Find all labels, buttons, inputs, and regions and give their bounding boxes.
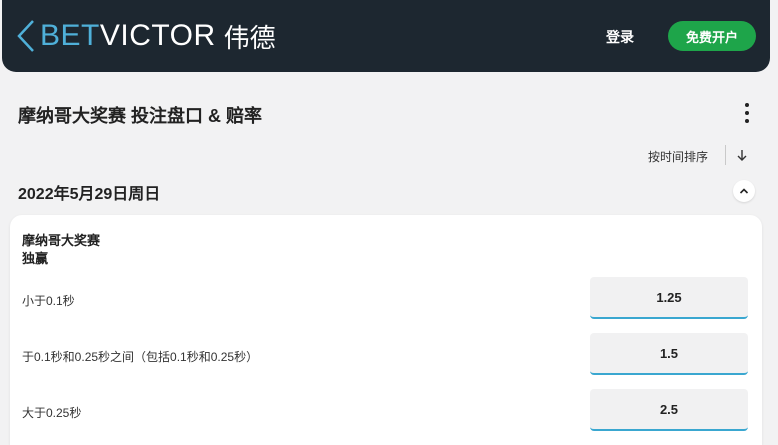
collapse-chevron-up-icon[interactable] <box>733 180 755 202</box>
logo-chinese-text: 伟德 <box>223 22 276 53</box>
more-options-icon[interactable] <box>742 103 752 123</box>
odds-button[interactable]: 2.5 <box>590 389 748 431</box>
logo-chevron-icon <box>17 20 34 52</box>
betvictor-logo[interactable]: BET VICTOR 伟德 <box>16 18 276 54</box>
logo-bet-text: BET <box>40 19 100 52</box>
chevron-up-icon <box>739 188 749 194</box>
page-title: 摩纳哥大奖赛 投注盘口 & 赔率 <box>18 106 263 126</box>
market-name: 独赢 <box>22 251 49 266</box>
selection-label: 大于0.25秒 <box>22 406 82 420</box>
date-heading: 2022年5月29日周日 <box>18 186 161 203</box>
login-button[interactable]: 登录 <box>606 27 634 47</box>
odds-button[interactable]: 1.5 <box>590 333 748 375</box>
sort-by-time-button[interactable]: 按时间排序 <box>648 148 708 165</box>
odds-button[interactable]: 1.25 <box>590 277 748 319</box>
selection-label: 小于0.1秒 <box>22 294 75 308</box>
sort-divider <box>725 145 726 165</box>
market-card: 摩纳哥大奖赛 独赢 小于0.1秒 1.25 于0.1秒和0.25秒之间（包括0.… <box>10 215 762 445</box>
signup-button[interactable]: 免费开户 <box>668 21 756 51</box>
top-header: BET VICTOR 伟德 登录 免费开户 <box>2 0 770 72</box>
sort-arrow-down-icon[interactable] <box>735 147 749 163</box>
event-name: 摩纳哥大奖赛 <box>22 233 101 248</box>
selection-label: 于0.1秒和0.25秒之间（包括0.1秒和0.25秒） <box>22 350 259 364</box>
logo-victor-text: VICTOR <box>99 19 216 52</box>
